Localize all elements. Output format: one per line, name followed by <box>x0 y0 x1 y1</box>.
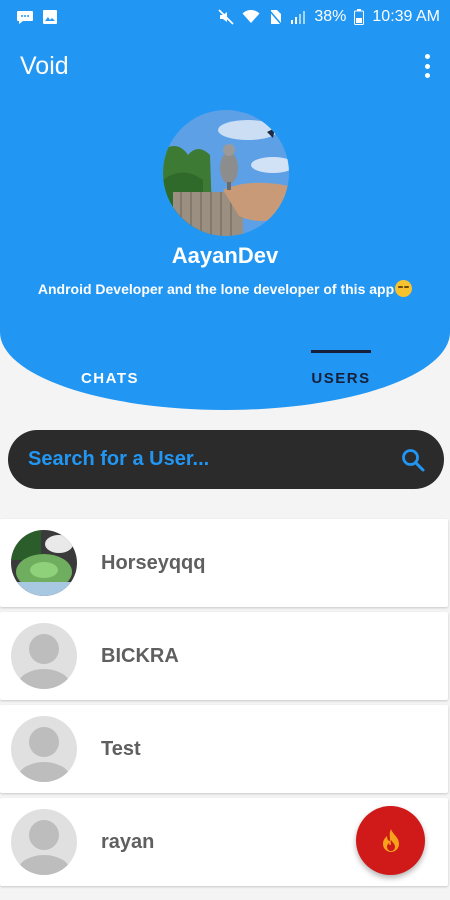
user-photo <box>11 530 77 596</box>
status-right-icons: 38% 10:39 AM <box>218 8 440 26</box>
list-item[interactable]: Horseyqqq <box>0 519 448 607</box>
mute-icon <box>218 9 234 25</box>
fire-fab-button[interactable] <box>356 806 425 875</box>
menu-dot <box>424 54 430 59</box>
chat-bubble-icon <box>17 11 33 24</box>
search-bar <box>8 430 444 489</box>
clock: 10:39 AM <box>372 8 440 25</box>
sly-face-emoji-icon <box>395 280 413 297</box>
avatar <box>11 530 77 596</box>
app-title: Void <box>20 52 69 80</box>
user-name: BICKRA <box>101 644 179 667</box>
image-icon <box>43 10 57 24</box>
user-name: Horseyqqq <box>101 551 206 574</box>
profile-bio: Android Developer and the lone developer… <box>0 280 450 297</box>
list-item[interactable]: Test <box>0 705 448 793</box>
tab-indicator <box>311 350 371 353</box>
status-left-icons <box>16 9 58 25</box>
tab-users[interactable]: USERS <box>261 370 421 387</box>
profile-avatar[interactable] <box>163 110 289 236</box>
menu-dot <box>424 73 430 78</box>
profile-bio-text: Android Developer and the lone developer… <box>37 281 395 297</box>
search-icon[interactable] <box>400 447 426 473</box>
more-vert-icon[interactable] <box>422 54 432 78</box>
default-avatar-icon <box>11 623 77 689</box>
search-input[interactable] <box>28 448 368 471</box>
menu-dot <box>424 63 430 69</box>
profile-photo <box>163 110 289 236</box>
battery-icon <box>354 9 365 25</box>
tab-chats[interactable]: CHATS <box>30 370 190 387</box>
wifi-icon <box>242 10 260 23</box>
battery-percent: 38% <box>314 8 347 25</box>
default-avatar-icon <box>11 716 77 782</box>
signal-icon <box>291 11 306 24</box>
no-sim-icon <box>268 9 282 25</box>
list-item[interactable]: BICKRA <box>0 612 448 700</box>
user-name: Test <box>101 737 141 760</box>
user-name: rayan <box>101 830 155 853</box>
fire-icon <box>382 828 399 852</box>
profile-name: AayanDev <box>171 243 279 268</box>
status-bar: 38% 10:39 AM <box>0 0 450 34</box>
default-avatar-icon <box>11 809 77 875</box>
